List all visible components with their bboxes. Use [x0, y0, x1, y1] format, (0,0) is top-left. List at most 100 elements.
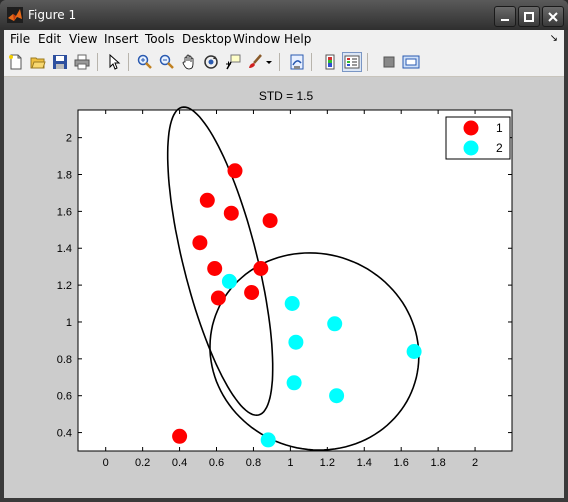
- data-point-series-1: [227, 163, 243, 179]
- figure-window: Figure 1 File Edit View Insert Tools Des…: [0, 0, 568, 502]
- x-tick-label: 0: [103, 457, 109, 469]
- x-tick-label: 1.4: [357, 457, 372, 469]
- legend-marker-2: [463, 140, 479, 156]
- matlab-logo-icon: [7, 7, 23, 23]
- zoom-in-button[interactable]: [135, 52, 155, 72]
- toolbar-separator: [279, 53, 280, 71]
- rotate-3d-button[interactable]: [201, 52, 221, 72]
- x-tick-label: 1.8: [430, 457, 445, 469]
- y-tick-label: 1: [66, 317, 72, 329]
- edit-plot-button[interactable]: [104, 52, 124, 72]
- menu-file[interactable]: File: [10, 32, 30, 46]
- y-tick-label: 0.4: [57, 428, 72, 440]
- data-point-series-2: [406, 344, 422, 359]
- menu-view[interactable]: View: [69, 32, 97, 46]
- maximize-button[interactable]: [518, 6, 540, 27]
- legend-label-2: 2: [496, 141, 503, 155]
- save-button[interactable]: [50, 52, 70, 72]
- open-file-button[interactable]: [28, 52, 48, 72]
- axes-background: [78, 110, 512, 451]
- figure-canvas: STD = 1.5 0 0.2 0.4 0.6 0.8 1 1.2 1.4 1.6 1.8 2 0.4…: [4, 77, 564, 498]
- new-figure-icon: [9, 54, 22, 70]
- legend[interactable]: 12: [445, 116, 511, 160]
- toolbar-separator: [128, 53, 129, 71]
- hide-plot-tools-icon: [383, 56, 395, 68]
- menu-help[interactable]: Help: [284, 32, 311, 46]
- legend-icon: [344, 55, 360, 69]
- minimize-button[interactable]: [494, 6, 516, 27]
- plot-title: STD = 1.5: [259, 89, 314, 103]
- data-point-series-1: [207, 261, 223, 276]
- data-point-series-2: [329, 388, 345, 404]
- x-tick-label: 0.2: [135, 457, 150, 469]
- brush-dropdown-button[interactable]: [263, 52, 275, 72]
- x-tick-label: 0.4: [172, 457, 187, 469]
- link-plot-button[interactable]: [287, 52, 307, 72]
- brush-button[interactable]: [245, 52, 265, 72]
- colorbar-icon: [325, 54, 335, 70]
- data-point-series-1: [192, 235, 208, 251]
- title-bar[interactable]: Figure 1: [0, 0, 568, 30]
- data-point-series-1: [172, 428, 188, 444]
- zoom-out-icon: [159, 54, 174, 69]
- colorbar-button[interactable]: [320, 52, 340, 72]
- data-point-series-2: [260, 432, 276, 448]
- minimize-icon: [501, 18, 509, 21]
- menu-desktop[interactable]: Desktop: [182, 32, 232, 46]
- figure-frame: File Edit View Insert Tools Desktop Wind…: [4, 30, 564, 498]
- menu-window[interactable]: Window: [233, 32, 280, 46]
- x-tick-label: 2: [472, 457, 478, 469]
- y-tick-label: 2: [66, 133, 72, 145]
- open-file-icon: [30, 57, 46, 69]
- y-tick-label: 1.6: [57, 206, 72, 218]
- data-point-series-2: [288, 334, 304, 350]
- data-point-series-1: [262, 213, 278, 229]
- show-plot-tools-button[interactable]: [401, 52, 421, 72]
- new-figure-button[interactable]: [6, 52, 26, 72]
- scatter-plot[interactable]: STD = 1.5 0 0.2 0.4 0.6 0.8 1 1.2 1.4 1.6 1.8 2 0.4…: [4, 77, 564, 498]
- pan-hand-icon: [182, 54, 194, 70]
- data-point-series-1: [210, 290, 226, 306]
- legend-marker-1: [463, 120, 479, 136]
- brush-dropdown-icon: [266, 61, 272, 64]
- y-tick-label: 1.4: [57, 243, 72, 255]
- y-tick-label: 1.8: [57, 170, 72, 182]
- legend-label-1: 1: [496, 121, 503, 135]
- data-point-series-1: [244, 285, 260, 300]
- menu-bar: File Edit View Insert Tools Desktop Wind…: [4, 30, 564, 49]
- toolbar-separator: [311, 53, 312, 71]
- data-point-series-1: [199, 192, 215, 208]
- data-cursor-icon: [226, 54, 241, 70]
- legend-button[interactable]: [342, 52, 362, 72]
- close-button[interactable]: [542, 6, 564, 27]
- dock-arrow-icon[interactable]: ↘: [550, 33, 558, 44]
- zoom-out-button[interactable]: [157, 52, 177, 72]
- print-icon: [74, 54, 90, 70]
- brush-icon: [249, 54, 262, 68]
- pan-button[interactable]: [179, 52, 199, 72]
- x-tick-label: 1.2: [320, 457, 335, 469]
- y-tick-label: 1.2: [57, 280, 72, 292]
- data-point-series-1: [223, 205, 239, 221]
- toolbar-separator: [367, 53, 368, 71]
- menu-tools[interactable]: Tools: [145, 32, 175, 46]
- menu-insert[interactable]: Insert: [104, 32, 138, 46]
- data-point-series-1: [253, 261, 269, 276]
- maximize-icon: [524, 11, 534, 22]
- save-icon: [53, 55, 67, 69]
- link-plot-icon: [290, 54, 304, 70]
- menu-edit[interactable]: Edit: [38, 32, 61, 46]
- window-title: Figure 1: [28, 8, 77, 22]
- y-tick-label: 0.8: [57, 354, 72, 366]
- hide-plot-tools-button[interactable]: [379, 52, 399, 72]
- close-icon: [548, 11, 558, 22]
- data-point-series-2: [286, 375, 302, 391]
- data-point-series-2: [327, 316, 343, 332]
- x-tick-label: 0.6: [209, 457, 224, 469]
- figure-toolbar: [4, 49, 564, 77]
- show-plot-tools-icon: [402, 55, 420, 69]
- print-button[interactable]: [72, 52, 92, 72]
- rotate-3d-icon: [204, 55, 218, 69]
- x-tick-label: 1: [287, 457, 293, 469]
- data-cursor-button[interactable]: [223, 52, 243, 72]
